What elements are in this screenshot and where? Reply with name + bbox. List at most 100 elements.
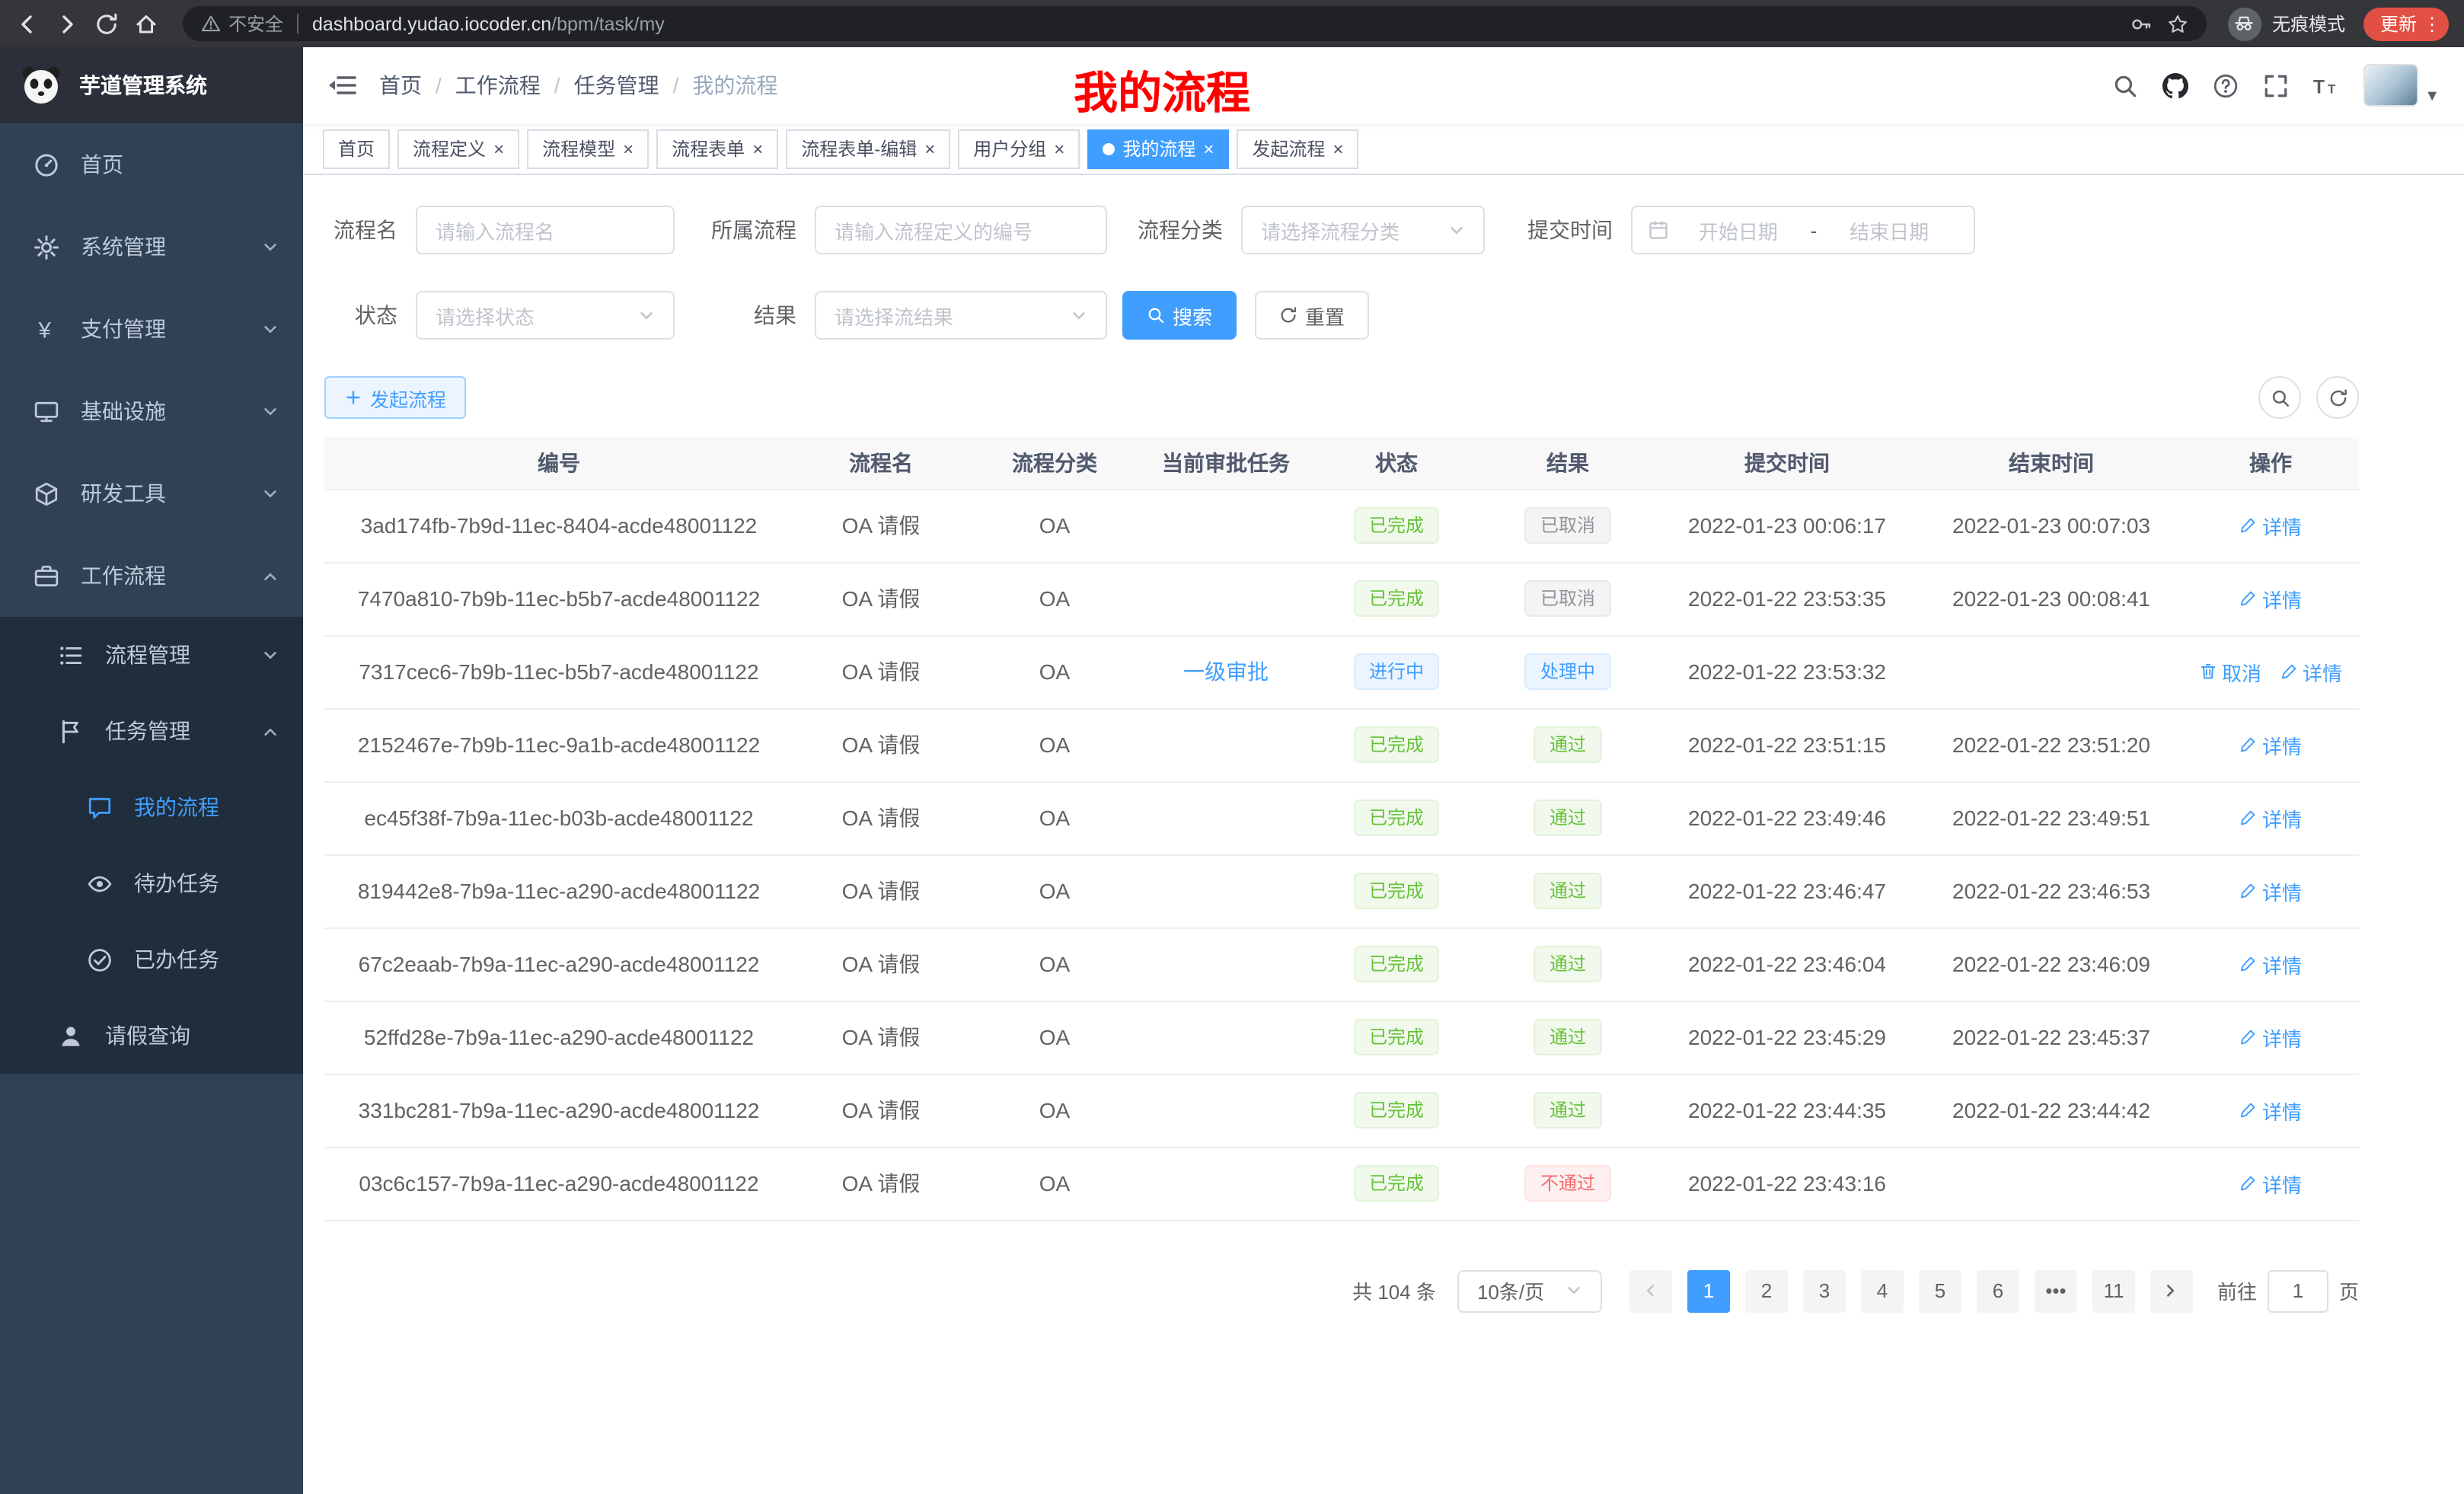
more-pages-button[interactable]: ••• — [2035, 1269, 2077, 1312]
close-icon[interactable]: × — [1333, 139, 1343, 158]
refresh-table-button[interactable] — [2316, 376, 2359, 419]
tab-process-form[interactable]: 流程表单× — [656, 129, 778, 168]
page-button-3[interactable]: 3 — [1803, 1269, 1846, 1312]
close-icon[interactable]: × — [752, 139, 763, 158]
detail-link[interactable]: 详情 — [2239, 511, 2302, 540]
submit-time-daterange[interactable]: 开始日期 - 结束日期 — [1631, 206, 1975, 254]
detail-link[interactable]: 详情 — [2239, 584, 2302, 613]
address-bar[interactable]: 不安全 dashboard.yudao.iocoder.cn/bpm/task/… — [183, 6, 2207, 41]
tab-process-model[interactable]: 流程模型× — [527, 129, 649, 168]
font-size-icon[interactable] — [2313, 72, 2339, 98]
detail-link[interactable]: 详情 — [2239, 950, 2302, 978]
sidebar-item-home[interactable]: 首页 — [0, 123, 303, 206]
close-icon[interactable]: × — [493, 139, 504, 158]
edit-icon — [2239, 809, 2258, 827]
sidebar-item-my-process[interactable]: 我的流程 — [0, 769, 303, 845]
sidebar-item-task-mgmt[interactable]: 任务管理 — [0, 693, 303, 769]
detail-link[interactable]: 详情 — [2239, 876, 2302, 905]
sidebar-toggle-icon[interactable] — [327, 73, 356, 97]
url-text[interactable]: dashboard.yudao.iocoder.cn/bpm/task/my — [312, 13, 665, 34]
browser-home-icon[interactable] — [134, 11, 158, 36]
not-secure-warning-icon[interactable] — [201, 14, 221, 34]
user-menu[interactable]: ▼ — [2363, 64, 2440, 107]
close-icon[interactable]: × — [924, 139, 935, 158]
page-button-6[interactable]: 6 — [1977, 1269, 2019, 1312]
not-secure-label[interactable]: 不安全 — [228, 11, 283, 37]
tab-home[interactable]: 首页 — [323, 129, 390, 168]
filter-row-1: 流程名 请输入流程名 所属流程 请输入流程定义的编号 流程分类 请选择流程分类 — [324, 206, 2359, 254]
tab-process-form-edit[interactable]: 流程表单-编辑× — [786, 129, 950, 168]
help-icon[interactable] — [2213, 72, 2239, 98]
detail-link[interactable]: 详情 — [2239, 1023, 2302, 1052]
detail-link[interactable]: 详情 — [2280, 657, 2342, 686]
status-badge: 已完成 — [1354, 946, 1439, 982]
github-icon[interactable] — [2162, 72, 2188, 98]
avatar[interactable] — [2363, 64, 2418, 107]
toggle-search-button[interactable] — [2258, 376, 2301, 419]
process-category-select[interactable]: 请选择流程分类 — [1241, 206, 1485, 254]
edit-icon — [2239, 1028, 2258, 1046]
browser-reload-icon[interactable] — [94, 11, 119, 36]
browser-back-icon[interactable] — [15, 11, 40, 36]
start-process-button[interactable]: 发起流程 — [324, 376, 466, 419]
sidebar-item-devtools[interactable]: 研发工具 — [0, 452, 303, 535]
detail-link[interactable]: 详情 — [2239, 1096, 2302, 1125]
search-icon[interactable] — [2112, 72, 2138, 98]
page-button-5[interactable]: 5 — [1919, 1269, 1961, 1312]
browser-menu-icon[interactable]: ⋮ — [2423, 13, 2441, 34]
svg-text:¥: ¥ — [37, 318, 51, 342]
page-button-4[interactable]: 4 — [1861, 1269, 1904, 1312]
tab-user-group[interactable]: 用户分组× — [958, 129, 1080, 168]
detail-link[interactable]: 详情 — [2239, 803, 2302, 832]
chevron-up-icon — [262, 567, 279, 584]
prev-page-button[interactable] — [1629, 1269, 1672, 1312]
password-key-icon[interactable] — [2130, 13, 2152, 34]
sidebar-item-done-task[interactable]: 已办任务 — [0, 921, 303, 998]
page-button-2[interactable]: 2 — [1745, 1269, 1788, 1312]
edit-icon — [2280, 662, 2298, 681]
chevron-down-icon — [262, 238, 279, 255]
process-definition-input[interactable]: 请输入流程定义的编号 — [815, 206, 1107, 254]
fullscreen-icon[interactable] — [2263, 72, 2289, 98]
process-name-input[interactable]: 请输入流程名 — [416, 206, 675, 254]
reset-button[interactable]: 重置 — [1255, 291, 1369, 340]
sidebar-item-leave-query[interactable]: 请假查询 — [0, 998, 303, 1074]
next-page-button[interactable] — [2150, 1269, 2193, 1312]
detail-link[interactable]: 详情 — [2239, 730, 2302, 759]
tab-process-definition[interactable]: 流程定义× — [397, 129, 519, 168]
browser-forward-icon[interactable] — [55, 11, 79, 36]
sidebar-item-payment[interactable]: ¥ 支付管理 — [0, 288, 303, 370]
page-size-select[interactable]: 10条/页 — [1457, 1269, 1602, 1312]
close-icon[interactable]: × — [1203, 139, 1214, 158]
incognito-icon — [2235, 14, 2255, 34]
page-button-11[interactable]: 11 — [2092, 1269, 2135, 1312]
sidebar-item-todo-task[interactable]: 待办任务 — [0, 845, 303, 921]
result-select[interactable]: 请选择流结果 — [815, 291, 1107, 340]
col-id: 编号 — [324, 437, 793, 489]
sidebar-item-infra[interactable]: 基础设施 — [0, 370, 303, 452]
sidebar-item-process-mgmt[interactable]: 流程管理 — [0, 617, 303, 693]
page-button-1[interactable]: 1 — [1687, 1269, 1730, 1312]
bookmark-star-icon[interactable] — [2167, 13, 2188, 34]
search-button[interactable]: 搜索 — [1122, 291, 1237, 340]
chevron-down-icon — [638, 307, 655, 324]
page-title-annotation: 我的流程 — [1074, 58, 1250, 122]
close-icon[interactable]: × — [1054, 139, 1064, 158]
tab-start-process[interactable]: 发起流程× — [1237, 129, 1358, 168]
sidebar-item-system[interactable]: 系统管理 — [0, 206, 303, 288]
current-task-link[interactable]: 一级审批 — [1183, 659, 1269, 684]
filter-definition-label: 所属流程 — [705, 215, 815, 245]
browser-update-button[interactable]: 更新 ⋮ — [2363, 7, 2449, 40]
sidebar-item-workflow[interactable]: 工作流程 — [0, 535, 303, 617]
status-select[interactable]: 请选择状态 — [416, 291, 675, 340]
breadcrumb-task-mgmt[interactable]: 任务管理 — [574, 70, 659, 101]
detail-link[interactable]: 详情 — [2239, 1169, 2302, 1198]
page-jump-input[interactable] — [2268, 1269, 2328, 1312]
close-icon[interactable]: × — [623, 139, 634, 158]
breadcrumb-home[interactable]: 首页 — [379, 70, 422, 101]
tab-my-process[interactable]: 我的流程× — [1087, 129, 1229, 168]
cancel-link[interactable]: 取消 — [2199, 657, 2261, 686]
table-row: 819442e8-7b9a-11ec-a290-acde48001122 OA … — [324, 854, 2359, 927]
result-badge: 通过 — [1534, 946, 1601, 982]
breadcrumb-workflow[interactable]: 工作流程 — [455, 70, 541, 101]
